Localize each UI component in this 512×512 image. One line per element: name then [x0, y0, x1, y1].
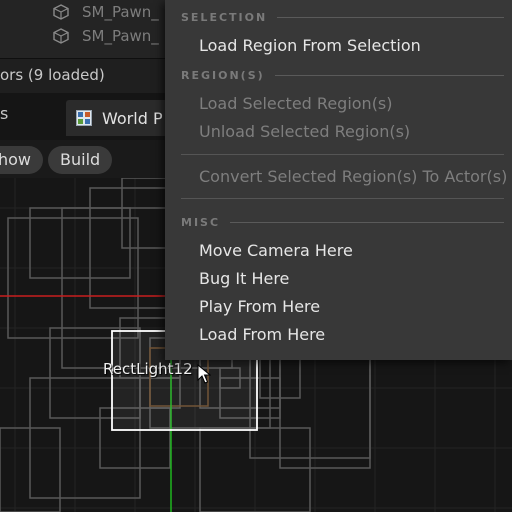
static-mesh-icon	[52, 4, 70, 20]
menu-divider	[181, 198, 504, 199]
world-partition-icon	[76, 110, 92, 126]
section-rule	[230, 221, 504, 223]
build-button[interactable]: Build	[48, 146, 113, 174]
tab-world-partition-label: World P	[102, 108, 163, 128]
panel-title: ors (9 loaded)	[0, 66, 105, 84]
section-header-misc: MISC	[181, 214, 504, 230]
menu-item-load-from-here[interactable]: Load From Here	[199, 323, 325, 347]
tab-details[interactable]: s	[0, 104, 8, 123]
section-rule	[277, 16, 504, 18]
show-button[interactable]: how	[0, 146, 44, 174]
static-mesh-icon	[52, 28, 70, 44]
menu-item-convert-selected-regions[interactable]: Convert Selected Region(s) To Actor(s)	[199, 165, 507, 189]
menu-item-unload-selected-regions[interactable]: Unload Selected Region(s)	[199, 120, 410, 144]
actor-label: RectLight12	[103, 360, 193, 378]
outliner-row-label: SM_Pawn_	[82, 27, 159, 45]
menu-item-play-from-here[interactable]: Play From Here	[199, 295, 320, 319]
editor-window: SM_Pawn_ SM_Pawn_ ors (9 loaded) s World…	[0, 0, 512, 512]
outliner-row[interactable]: SM_Pawn_	[52, 25, 159, 47]
menu-item-bug-it-here[interactable]: Bug It Here	[199, 267, 289, 291]
mouse-cursor-icon	[197, 363, 212, 384]
section-header-regions: REGION(S)	[181, 67, 504, 83]
menu-item-move-camera-here[interactable]: Move Camera Here	[199, 239, 353, 263]
menu-item-load-selected-regions[interactable]: Load Selected Region(s)	[199, 92, 393, 116]
section-rule	[274, 74, 504, 76]
context-menu: SELECTION Load Region From Selection REG…	[165, 0, 512, 360]
outliner-row-label: SM_Pawn_	[82, 3, 159, 21]
menu-divider	[181, 154, 504, 155]
section-header-selection: SELECTION	[181, 9, 504, 25]
menu-item-load-region-from-selection[interactable]: Load Region From Selection	[199, 34, 421, 58]
outliner-row[interactable]: SM_Pawn_	[52, 1, 159, 23]
